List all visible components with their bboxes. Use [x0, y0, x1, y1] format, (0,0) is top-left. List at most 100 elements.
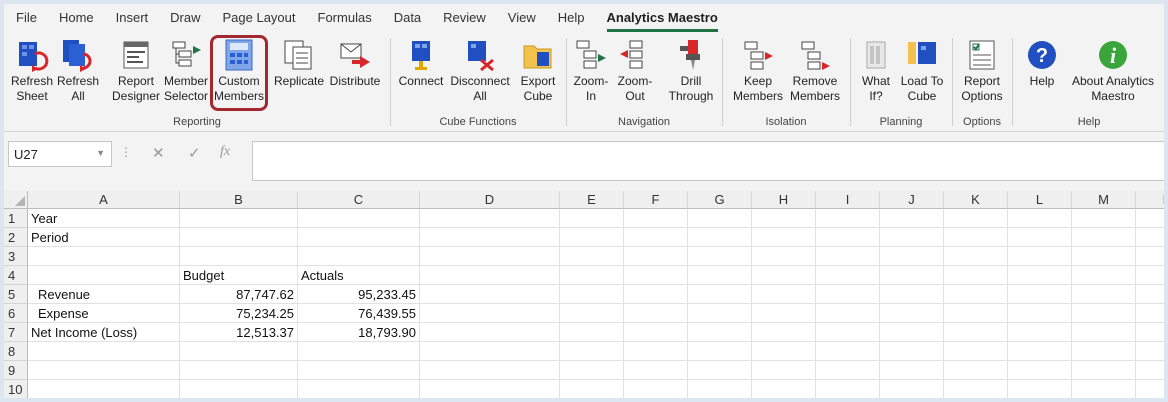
disconnect-all-button[interactable]: Disconnect All	[448, 34, 512, 110]
chevron-down-icon[interactable]: ▼	[96, 148, 105, 158]
what-if-icon	[866, 41, 886, 69]
refresh-all-label: Refresh All	[56, 74, 100, 103]
cell-c4[interactable]: Actuals	[298, 266, 480, 285]
column-header-l[interactable]: L	[1008, 191, 1072, 209]
formula-input[interactable]	[252, 141, 1164, 181]
what-if-button[interactable]: What If?	[856, 34, 896, 110]
custom-members-highlight	[210, 35, 268, 111]
cell-c7[interactable]: 18,793.90	[298, 323, 420, 342]
report-designer-label: Report Designer	[111, 74, 161, 103]
cell-a2[interactable]: Period	[28, 228, 240, 247]
cancel-icon[interactable]: ✕	[152, 144, 165, 162]
drill-through-button[interactable]: Drill Through	[664, 34, 718, 110]
replicate-button[interactable]: Replicate	[272, 34, 326, 110]
column-header-m[interactable]: M	[1072, 191, 1136, 209]
cell-b5[interactable]: 87,747.62	[180, 285, 298, 304]
remove-members-button[interactable]: Remove Members	[786, 34, 844, 110]
column-header-n[interactable]: N	[1136, 191, 1164, 209]
cell-b7[interactable]: 12,513.37	[180, 323, 298, 342]
row-header-7[interactable]: 7	[4, 323, 28, 342]
cell-b6[interactable]: 75,234.25	[180, 304, 298, 323]
row-header-5[interactable]: 5	[4, 285, 28, 304]
tab-review[interactable]: Review	[443, 4, 486, 32]
connect-button[interactable]: Connect	[396, 34, 446, 110]
column-header-c[interactable]: C	[298, 191, 420, 209]
what-if-label: What If?	[861, 74, 890, 103]
disconnect-icon	[468, 41, 494, 72]
name-box[interactable]: U27 ▼	[8, 141, 112, 167]
column-header-d[interactable]: D	[420, 191, 560, 209]
keep-members-icon	[744, 41, 773, 70]
remove-members-icon	[801, 41, 830, 70]
member-selector-button[interactable]: Member Selector	[162, 34, 210, 110]
member-selector-icon	[172, 41, 201, 67]
group-planning: What If? Load To Cube Planning	[852, 34, 950, 130]
tab-analytics-maestro[interactable]: Analytics Maestro	[606, 7, 718, 32]
fx-icon[interactable]: fx	[220, 144, 230, 160]
zoom-in-icon	[576, 40, 606, 69]
ribbon-tabs: File Home Insert Draw Page Layout Formul…	[4, 4, 1164, 32]
excel-window: File Home Insert Draw Page Layout Formul…	[4, 4, 1164, 398]
ribbon: Refresh Sheet Refresh All Report Designe…	[4, 32, 1164, 132]
column-header-e[interactable]: E	[560, 191, 624, 209]
cell-c5[interactable]: 95,233.45	[298, 285, 420, 304]
enter-icon[interactable]: ✓	[188, 144, 201, 162]
about-button[interactable]: i About Analytics Maestro	[1064, 34, 1162, 110]
column-header-k[interactable]: K	[944, 191, 1008, 209]
row-header-1[interactable]: 1	[4, 209, 28, 228]
column-header-g[interactable]: G	[688, 191, 752, 209]
row-header-3[interactable]: 3	[4, 247, 28, 266]
refresh-sheet-button[interactable]: Refresh Sheet	[10, 34, 54, 110]
row-header-10[interactable]: 10	[4, 380, 28, 398]
export-cube-icon	[523, 45, 552, 69]
zoom-out-icon	[620, 40, 643, 69]
drill-through-label: Drill Through	[668, 74, 714, 103]
row-header-6[interactable]: 6	[4, 304, 28, 323]
column-header-j[interactable]: J	[880, 191, 944, 209]
distribute-label: Distribute	[329, 74, 381, 88]
zoom-in-button[interactable]: Zoom- In	[570, 34, 612, 110]
remove-members-label: Remove Members	[789, 74, 840, 103]
zoom-out-button[interactable]: Zoom- Out	[614, 34, 656, 110]
keep-members-button[interactable]: Keep Members	[730, 34, 786, 110]
group-help-label: Help	[1077, 116, 1101, 128]
column-header-f[interactable]: F	[624, 191, 688, 209]
tab-page-layout[interactable]: Page Layout	[223, 4, 296, 32]
row-header-9[interactable]: 9	[4, 361, 28, 380]
keep-members-label: Keep Members	[732, 74, 783, 103]
worksheet-grid[interactable]: ABCDEFGHIJKLMN12345678910YearPeriodBudge…	[4, 191, 1164, 398]
load-to-cube-button[interactable]: Load To Cube	[898, 34, 946, 110]
cell-a1[interactable]: Year	[28, 209, 240, 228]
group-cube-functions-label: Cube Functions	[439, 116, 517, 128]
column-header-b[interactable]: B	[180, 191, 298, 209]
svg-text:?: ?	[1036, 45, 1048, 67]
tab-insert[interactable]: Insert	[116, 4, 149, 32]
tab-help[interactable]: Help	[558, 4, 585, 32]
ribbon-separator	[952, 38, 953, 126]
report-designer-button[interactable]: Report Designer	[110, 34, 162, 110]
connect-icon	[412, 41, 430, 70]
tab-view[interactable]: View	[508, 4, 536, 32]
tab-data[interactable]: Data	[394, 4, 421, 32]
tab-formulas[interactable]: Formulas	[318, 4, 372, 32]
tab-home[interactable]: Home	[59, 4, 94, 32]
row-header-8[interactable]: 8	[4, 342, 28, 361]
column-header-a[interactable]: A	[28, 191, 180, 209]
cell-c6[interactable]: 76,439.55	[298, 304, 420, 323]
tab-draw[interactable]: Draw	[170, 4, 200, 32]
report-options-button[interactable]: Report Options	[956, 34, 1008, 110]
help-label: Help	[1029, 74, 1055, 88]
row-header-4[interactable]: 4	[4, 266, 28, 285]
tab-file[interactable]: File	[16, 4, 37, 32]
more-icon[interactable]: ⋮	[120, 145, 132, 159]
refresh-all-icon	[63, 40, 92, 72]
row-header-2[interactable]: 2	[4, 228, 28, 247]
help-button[interactable]: ? Help	[1022, 34, 1062, 110]
ribbon-separator	[390, 38, 391, 126]
column-header-h[interactable]: H	[752, 191, 816, 209]
export-cube-button[interactable]: Export Cube	[516, 34, 560, 110]
distribute-button[interactable]: Distribute	[326, 34, 384, 110]
column-header-i[interactable]: I	[816, 191, 880, 209]
refresh-all-button[interactable]: Refresh All	[56, 34, 100, 110]
select-all-corner[interactable]	[4, 191, 28, 209]
